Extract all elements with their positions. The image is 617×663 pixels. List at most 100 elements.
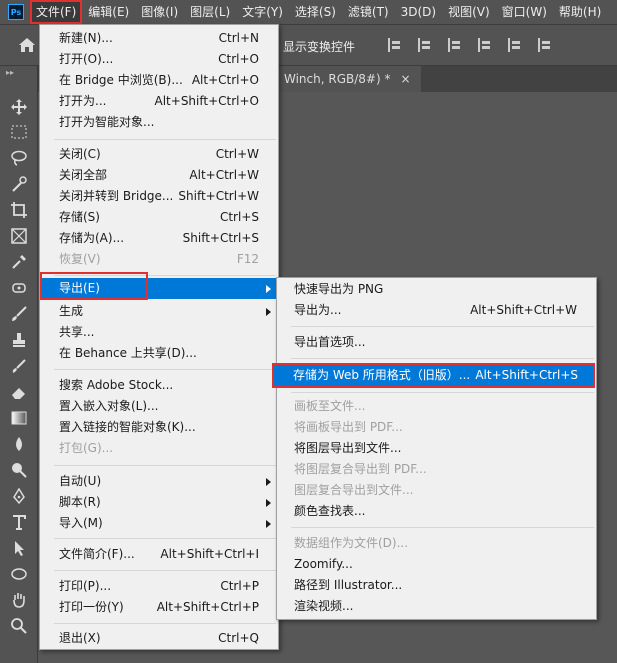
menu-item-print-one-copy[interactable]: 打印一份(Y) Alt+Shift+Ctrl+P (41, 597, 277, 618)
menu-item-quick-export-png[interactable]: 快速导出为 PNG (278, 279, 595, 300)
menu-item-data-sets-as-files: 数据组作为文件(D)... (294, 536, 409, 550)
healing-brush-tool-icon[interactable] (10, 279, 28, 297)
align-bottom-icon[interactable] (538, 38, 554, 52)
menu-item-artboards-to-files: 画板至文件... (294, 399, 366, 413)
menu-item-save-for-web-legacy[interactable]: 存储为 Web 所用格式（旧版）... Alt+Shift+Ctrl+S (272, 363, 595, 388)
clone-stamp-tool-icon[interactable] (10, 331, 28, 349)
eyedropper-tool-icon[interactable] (10, 253, 28, 271)
menu-help[interactable]: 帮助(H) (553, 0, 607, 24)
menu-item-import[interactable]: 导入(M) (41, 513, 277, 534)
menu-item-place-embedded[interactable]: 置入嵌入对象(L)... (41, 396, 277, 417)
menu-item-close-and-go-to-bridge[interactable]: 关闭并转到 Bridge... Shift+Ctrl+W (41, 186, 277, 207)
menu-item-zoomify[interactable]: Zoomify... (278, 554, 595, 575)
type-tool-icon[interactable] (10, 513, 28, 531)
menu-item-paths-to-illustrator[interactable]: 路径到 Illustrator... (278, 575, 595, 596)
menu-item-open-as[interactable]: 打开为... Alt+Shift+Ctrl+O (41, 91, 277, 112)
menu-file[interactable]: 文件(F) (30, 0, 83, 24)
marquee-tool-icon[interactable] (10, 123, 28, 141)
menu-item-place-linked[interactable]: 置入链接的智能对象(K)... (41, 417, 277, 438)
pen-tool-icon[interactable] (10, 487, 28, 505)
menu-item-open[interactable]: 打开(O)... Ctrl+O (41, 49, 277, 70)
menu-item-exit[interactable]: 退出(X) Ctrl+Q (41, 628, 277, 649)
menu-item-file-info[interactable]: 文件简介(F)... Alt+Shift+Ctrl+I (41, 544, 277, 565)
menu-3d[interactable]: 3D(D) (395, 0, 442, 24)
menu-window[interactable]: 窗口(W) (496, 0, 553, 24)
menu-separator (54, 275, 276, 276)
menu-item-render-video[interactable]: 渲染视频... (278, 596, 595, 617)
menu-item-artboards-to-pdf: 将画板导出到 PDF... (294, 420, 403, 434)
lasso-tool-icon[interactable] (10, 149, 28, 167)
document-tab-title: Winch, RGB/8#) * (284, 72, 391, 86)
menu-separator (291, 358, 594, 359)
menu-item-save-as[interactable]: 存储为(A)... Shift+Ctrl+S (41, 228, 277, 249)
path-selection-tool-icon[interactable] (10, 539, 28, 557)
brush-tool-icon[interactable] (10, 305, 28, 323)
align-buttons (388, 38, 554, 52)
menu-item-layer-comps-to-files: 图层复合导出到文件... (294, 483, 414, 497)
menu-item-print[interactable]: 打印(P)... Ctrl+P (41, 576, 277, 597)
align-right-icon[interactable] (448, 38, 464, 52)
ellipse-tool-icon[interactable] (10, 565, 28, 583)
menu-item-export-preferences[interactable]: 导出首选项... (278, 332, 595, 353)
frame-tool-icon[interactable] (10, 227, 28, 245)
dodge-tool-icon[interactable] (10, 461, 28, 479)
menu-filter[interactable]: 滤镜(T) (342, 0, 395, 24)
crop-tool-icon[interactable] (10, 201, 28, 219)
menu-item-layers-to-files[interactable]: 将图层导出到文件... (278, 438, 595, 459)
hand-tool-icon[interactable] (10, 591, 28, 609)
document-tab[interactable]: Winch, RGB/8#) * × (278, 66, 421, 92)
export-submenu: 快速导出为 PNG 导出为... Alt+Shift+Ctrl+W 导出首选项..… (272, 277, 597, 620)
menu-item-share[interactable]: 共享... (41, 322, 277, 343)
collapse-arrows-icon[interactable]: ▸▸ (6, 68, 14, 77)
menu-separator (54, 570, 276, 571)
menu-item-search-adobe-stock[interactable]: 搜索 Adobe Stock... (41, 375, 277, 396)
show-transform-controls-label[interactable]: 显示变换控件 (283, 38, 355, 55)
align-middle-icon[interactable] (508, 38, 524, 52)
zoom-tool-icon[interactable] (10, 617, 28, 635)
menu-item-layer-comps-to-pdf: 将图层复合导出到 PDF... (294, 462, 427, 476)
menu-item-save[interactable]: 存储(S) Ctrl+S (41, 207, 277, 228)
menu-item-share-on-behance[interactable]: 在 Behance 上共享(D)... (41, 343, 277, 364)
menu-type[interactable]: 文字(Y) (236, 0, 289, 24)
menu-separator (54, 139, 276, 140)
align-center-icon[interactable] (418, 38, 434, 52)
submenu-arrow-icon (266, 499, 271, 507)
menu-item-export-as[interactable]: 导出为... Alt+Shift+Ctrl+W (278, 300, 595, 321)
gradient-tool-icon[interactable] (10, 409, 28, 427)
menu-item-close-all[interactable]: 关闭全部 Alt+Ctrl+W (41, 165, 277, 186)
move-tool-icon[interactable] (10, 98, 28, 116)
menu-edit[interactable]: 编辑(E) (82, 0, 135, 24)
submenu-arrow-icon (266, 285, 271, 293)
file-menu: 新建(N)... Ctrl+N 打开(O)... Ctrl+O 在 Bridge 中… (39, 24, 279, 650)
align-top-icon[interactable] (478, 38, 494, 52)
submenu-arrow-icon (266, 478, 271, 486)
submenu-arrow-icon (266, 308, 271, 316)
close-icon[interactable]: × (400, 66, 410, 92)
menu-select[interactable]: 选择(S) (289, 0, 342, 24)
menu-item-automate[interactable]: 自动(U) (41, 471, 277, 492)
menu-separator (54, 465, 276, 466)
menu-item-scripts[interactable]: 脚本(R) (41, 492, 277, 513)
menu-layer[interactable]: 图层(L) (184, 0, 236, 24)
menu-item-new[interactable]: 新建(N)... Ctrl+N (41, 28, 277, 49)
menu-image[interactable]: 图像(I) (135, 0, 184, 24)
menu-item-open-as-smart-object[interactable]: 打开为智能对象... (41, 112, 277, 133)
eraser-tool-icon[interactable] (10, 383, 28, 401)
menu-item-color-lookup-tables[interactable]: 颜色查找表... (278, 501, 595, 522)
history-brush-tool-icon[interactable] (10, 357, 28, 375)
quick-selection-tool-icon[interactable] (10, 175, 28, 193)
menu-item-generate[interactable]: 生成 (41, 301, 277, 322)
home-icon[interactable] (18, 37, 36, 53)
align-left-icon[interactable] (388, 38, 404, 52)
menu-item-revert: 恢复(V) F12 (59, 252, 259, 266)
menu-separator (291, 527, 594, 528)
blur-tool-icon[interactable] (10, 435, 28, 453)
menu-separator (291, 326, 594, 327)
photoshop-logo-icon: Ps (8, 4, 24, 20)
menu-view[interactable]: 视图(V) (442, 0, 496, 24)
menu-item-export[interactable]: 导出(E) (41, 278, 277, 299)
menu-separator (54, 623, 276, 624)
menu-item-close[interactable]: 关闭(C) Ctrl+W (41, 144, 277, 165)
menu-item-browse-in-bridge[interactable]: 在 Bridge 中浏览(B)... Alt+Ctrl+O (41, 70, 277, 91)
menu-separator (54, 369, 276, 370)
